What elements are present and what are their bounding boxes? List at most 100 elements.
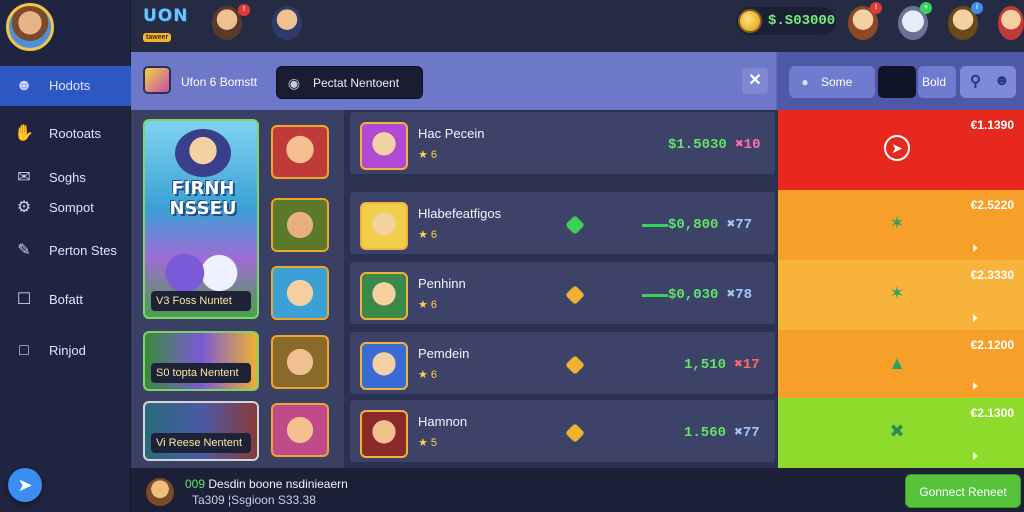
play-icon (973, 382, 978, 390)
sidebar-item-label: Hodots (49, 78, 91, 93)
play-icon (973, 314, 978, 322)
item-multiplier: ✖78 (726, 287, 753, 303)
hero-card-3[interactable] (271, 266, 329, 320)
featured-card[interactable]: FIRNH NSSEU V3 Foss Nuntet (143, 119, 259, 319)
item-multiplier: ✖10 (735, 137, 761, 153)
price-panel-2[interactable]: €2.5220 ✶ (778, 190, 1024, 260)
sidebar-item-rootoats[interactable]: ✋ Rootoats (0, 114, 131, 154)
item-amount: $1.5030 ✖10 (668, 137, 761, 153)
dashed-square-icon: □ (19, 342, 29, 359)
hero-card-2[interactable] (271, 198, 329, 252)
footer-avatar[interactable] (146, 478, 174, 506)
list-item[interactable]: Penhinn ★ 6 $0,030 ✖78 (350, 262, 775, 324)
item-name: Hac Pecein (418, 126, 485, 141)
item-name: Hlabefeatfigos (418, 206, 502, 221)
price-panel-5[interactable]: €2.1300 ✖ (778, 398, 1024, 468)
alert-badge: ! (870, 2, 882, 14)
segment-some[interactable]: ● Some (789, 66, 875, 98)
item-amount-value: 1,510 (684, 357, 727, 373)
list-item[interactable]: Pemdein ★ 6 1,510 ✖17 (350, 332, 775, 394)
friend-avatar-2[interactable] (272, 6, 302, 40)
segment-some-label: Some (821, 75, 853, 89)
item-avatar (360, 342, 408, 390)
logo-sub-text: taweer (143, 33, 172, 42)
segment-bold-label: Bold (922, 75, 947, 89)
sidebar-item-label: Bofatt (49, 292, 83, 307)
play-icon (973, 452, 978, 460)
segment-toggle[interactable] (878, 66, 916, 98)
footer-line-2: Ta309 ¦Ssgioon S33.38 (192, 493, 316, 507)
gear-icon: ⚙ (16, 199, 32, 216)
item-avatar (360, 272, 408, 320)
price-panel-1[interactable]: €1.1390 ➤ (778, 110, 1024, 190)
profile-icon: ☻ (15, 77, 33, 94)
cross-icon: ✖ (889, 421, 905, 441)
gem-icon (565, 215, 585, 235)
list-item[interactable]: Hlabefeatfigos ★ 6 $0,800 ✖77 (350, 192, 775, 254)
item-avatar (360, 410, 408, 458)
footer-title: Desdin boone nsdinieaern (205, 477, 348, 491)
hero-card-5[interactable] (271, 403, 329, 457)
online-badge: + (920, 2, 932, 14)
connect-button[interactable]: Gonnect Reneet (905, 474, 1021, 508)
segment-bold[interactable]: Bold (918, 66, 956, 98)
item-amount: 1.560 ✖77 (684, 424, 760, 441)
player-avatar[interactable] (6, 3, 54, 51)
item-amount: $0,030 ✖78 (668, 287, 753, 303)
item-multiplier: ✖17 (734, 357, 760, 373)
user-icon: ☻ (994, 72, 1010, 89)
bundle-card-1[interactable]: S0 topta Nentent (143, 331, 259, 391)
search-text: Pectat Nentoent (313, 76, 400, 90)
search-input[interactable]: ◉ Pectat Nentoent (276, 66, 423, 99)
gem-icon (565, 285, 585, 305)
sidebar-item-hodots[interactable]: ☻ Hodots (0, 66, 131, 106)
list-item[interactable]: Hac Pecein ★ 6 $1.5030 ✖10 (350, 112, 775, 174)
compass-icon: ➤ (884, 135, 910, 161)
notification-badge: ! (238, 4, 250, 16)
item-rating: ★ 6 (418, 369, 438, 381)
coin-balance-pill: $.S03000 (736, 7, 836, 35)
hero-card-1[interactable] (271, 125, 329, 179)
close-button[interactable]: ✕ (742, 68, 768, 94)
price-value: €2.5220 (970, 198, 1014, 212)
featured-art (159, 253, 245, 293)
list-item[interactable]: Hamnon ★ 5 1.560 ✖77 (350, 400, 775, 462)
sidebar-item-bofatt[interactable]: ☐ Bofatt (0, 280, 131, 320)
bundle-caption-2: Vi Reese Nentent (151, 433, 251, 453)
featured-caption: V3 Foss Nuntet (151, 291, 251, 311)
price-panel-3[interactable]: €2.3330 ✶ (778, 260, 1024, 330)
play-icon (973, 244, 978, 252)
clipboard-icon: ☐ (16, 291, 32, 308)
price-value: €1.1390 (970, 118, 1014, 132)
sidebar-item-perton-stes[interactable]: ✎ Perton Stes (0, 231, 131, 271)
event-thumbnail[interactable] (143, 66, 171, 94)
item-amount: $0,800 ✖77 (668, 217, 753, 233)
top-avatar-c[interactable] (998, 6, 1024, 40)
sidebar-item-label: Rinjod (49, 343, 86, 358)
progress-line (642, 224, 668, 227)
pencil-icon: ✎ (17, 242, 31, 259)
sidebar-item-rinjod[interactable]: □ Rinjod (0, 331, 131, 371)
hero-card-4[interactable] (271, 335, 329, 389)
coin-icon (738, 9, 762, 33)
price-panel-4[interactable]: €2.1200 ▲ (778, 330, 1024, 398)
item-rating: ★ 6 (418, 229, 438, 241)
sidebar-item-label: Rootoats (49, 126, 102, 141)
sidebar-item-label: Perton Stes (49, 243, 117, 258)
progress-line (642, 294, 668, 297)
price-value: €2.1200 (970, 338, 1014, 352)
leaf-icon: ▲ (888, 353, 906, 373)
item-avatar (360, 202, 408, 250)
person-icon: ● (801, 75, 809, 89)
sidebar-item-sompot[interactable]: ⚙ Sompot (0, 188, 131, 228)
featured-title: FIRNH NSSEU (169, 178, 237, 219)
search-icon: ⚲ (970, 73, 981, 90)
price-value: €2.1300 (970, 406, 1014, 420)
item-rating: ★ 6 (418, 299, 438, 311)
compose-button[interactable]: ➤ (8, 468, 42, 502)
item-multiplier: ✖77 (734, 425, 760, 441)
bundle-card-2[interactable]: Vi Reese Nentent (143, 401, 259, 461)
search-button[interactable]: ⚲ ☻ (960, 66, 1016, 98)
item-amount-value: 1.560 (684, 425, 727, 441)
star-icon: ✶ (889, 283, 905, 303)
